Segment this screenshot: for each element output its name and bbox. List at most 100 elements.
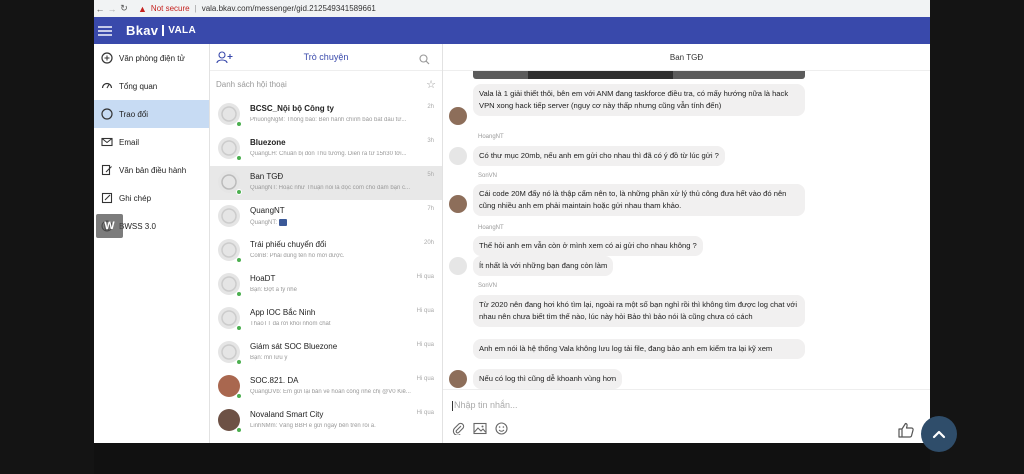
scroll-to-top-button[interactable] [921,416,957,452]
conversation-item[interactable]: BCSC_Nội bộ Công ty PhuongNgM: Thông báo… [210,98,442,132]
conversation-panel: Trò chuyện Danh sách hội thoại ☆ BCSC_Nộ… [210,44,443,443]
conversation-preview: QuangLH: Chuẩn bị đón Thủ tướng. Diễn ra… [250,151,407,157]
message-bubble[interactable]: Từ 2020 nên đang hơi khó tìm lại, ngoài … [473,295,805,327]
logo-sub: VALA [168,25,196,36]
sidebar-item-email[interactable]: Email [94,128,209,156]
message-bubble[interactable]: Vala là 1 giải thiết thôi, bên em với AN… [473,84,805,116]
sidebar-item-label: Email [119,137,140,147]
sidebar-item-label: Trao đổi [119,109,149,119]
message-composer: Nhập tin nhắn... [443,389,930,443]
conversation-time: Hi qua [416,274,434,280]
conversation-time: 3h [427,138,434,144]
user-avatar [218,205,240,227]
message-input[interactable]: Nhập tin nhắn... [452,400,518,411]
conversation-name: App IOC Bắc Ninh [250,308,316,317]
conversation-list-title: Danh sách hội thoại [216,80,287,89]
conversation-item[interactable]: Trái phiếu chuyển đổi ColnB: Phải đúng t… [210,234,442,268]
online-dot [236,155,242,161]
conversation-item[interactable]: HoaDT Bạn: Đợt a tý nhé Hi qua [210,268,442,302]
logo-main: Bkav [126,23,159,38]
sidebar-item-office[interactable]: Văn phòng điện tử [94,44,209,72]
attachment-icon[interactable] [452,422,465,440]
search-icon[interactable] [419,52,430,70]
message-bubble[interactable]: Thế hỏi anh em vẫn còn ở mình xem có ai … [473,236,703,256]
sender-name: HoangNT [478,225,504,231]
logo-divider [162,25,165,36]
composer-tools [452,422,508,440]
right-margin [930,0,1024,474]
left-margin [0,0,94,474]
note-icon [100,191,114,205]
conversation-preview: ColnB: Phải đúng tên hồ mới được. [250,253,345,259]
conversation-item[interactable]: App IOC Bắc Ninh ThaoTT đã rời khỏi nhóm… [210,302,442,336]
online-dot [236,325,242,331]
menu-icon[interactable] [98,25,112,36]
conversation-item[interactable]: Novaland Smart City LinhNMm: Vâng BBH e … [210,404,442,438]
message-bubble[interactable]: Anh em nói là hệ thống Vala không lưu lo… [473,339,805,359]
email-icon [100,135,114,149]
conversation-item[interactable]: Giám sát SOC Bluezone Bạn: mn lưu ý Hi q… [210,336,442,370]
conversation-name: BCSC_Nội bộ Công ty [250,104,334,113]
document-icon [100,163,114,177]
conversation-time: Hi qua [416,376,434,382]
sender-name: SonVN [478,283,498,289]
conversation-name: Giám sát SOC Bluezone [250,342,338,351]
online-dot [236,291,242,297]
browser-address-bar: ← → ↻ ▲ Not secure | vala.bkav.com/messe… [94,0,930,17]
sender-avatar [449,257,467,275]
conversation-time: 5h [427,172,434,178]
conversation-preview: Bạn: mn lưu ý [250,355,288,361]
message-bubble[interactable]: Cái code 20M đấy nó là thập cẩm nên to, … [473,184,805,216]
message-bubble[interactable]: Có thư mục 20mb, nếu anh em gửi cho nhau… [473,146,725,166]
conversation-time: 20h [423,240,434,246]
message-bubble[interactable]: Nếu có log thì cũng dễ khoanh vùng hơn [473,369,623,389]
sidebar-item-overview[interactable]: Tổng quan [94,72,209,100]
sidebar-item-documents[interactable]: Văn bản điều hành [94,156,209,184]
online-dot [236,427,242,433]
sidebar-item-notes[interactable]: Ghi chép [94,184,209,212]
conversation-name: Ban TGĐ [250,172,284,181]
star-icon[interactable]: ☆ [426,78,436,91]
online-dot [236,189,242,195]
warning-icon[interactable]: ▲ [138,4,147,14]
online-dot [236,359,242,365]
conversation-preview: LinhNMm: Vâng BBH e gửi ngay bên trên rồ… [250,423,376,429]
conversation-preview: QuangNT: Hoặc như Thuận nói là đọc com c… [250,185,410,191]
tab-chat[interactable]: Trò chuyện [210,52,442,62]
conversation-time: 7h [427,206,434,212]
like-icon[interactable] [897,421,915,444]
conversation-name: HoaDT [250,274,276,283]
shared-image[interactable] [473,71,805,79]
conversation-item[interactable]: SOC.821. DA QuangDVb: Em gửi lại bản về … [210,370,442,404]
forward-icon[interactable]: → [106,4,118,14]
conversation-preview: PhuongNgM: Thông báo: Bên hành chính bảo… [250,117,407,123]
emoji-icon[interactable] [495,422,508,440]
floating-w-button[interactable]: W [96,214,123,238]
sender-avatar [449,107,467,125]
chat-panel: Ban TGĐ Vala là 1 giải thiết thôi, bên e… [443,44,930,443]
text-caret [452,400,453,411]
conversation-time: Hi qua [416,308,434,314]
online-dot [236,257,242,263]
sender-avatar [449,370,467,388]
chat-icon [100,107,114,121]
chat-title: Ban TGĐ [443,44,930,71]
url-text[interactable]: vala.bkav.com/messenger/gid.212549341589… [202,4,376,13]
chevron-up-icon [932,430,946,439]
security-label[interactable]: Not secure [151,4,190,13]
reload-icon[interactable]: ↻ [118,3,130,14]
conversation-item[interactable]: Bluezone QuangLH: Chuẩn bị đón Thủ tướng… [210,132,442,166]
sidebar-item-exchange[interactable]: Trao đổi [94,100,209,128]
conversation-item[interactable]: QuangNT QuangNT: 7h [210,200,442,234]
online-dot [236,393,242,399]
conversation-preview: ThaoTT đã rời khỏi nhóm chat [250,321,331,327]
building-icon [100,51,114,65]
conversation-item-active[interactable]: Ban TGĐ QuangNT: Hoặc như Thuận nói là đ… [210,166,442,200]
image-icon[interactable] [473,422,487,440]
app-logo[interactable]: Bkav VALA [126,23,196,38]
conversation-name: QuangNT [250,206,285,215]
conversation-preview: Bạn: Đợt a tý nhé [250,287,297,293]
message-list[interactable]: Vala là 1 giải thiết thôi, bên em với AN… [443,71,930,389]
back-icon[interactable]: ← [94,4,106,14]
message-bubble[interactable]: Ít nhất là với những bạn đang còn làm [473,256,614,276]
